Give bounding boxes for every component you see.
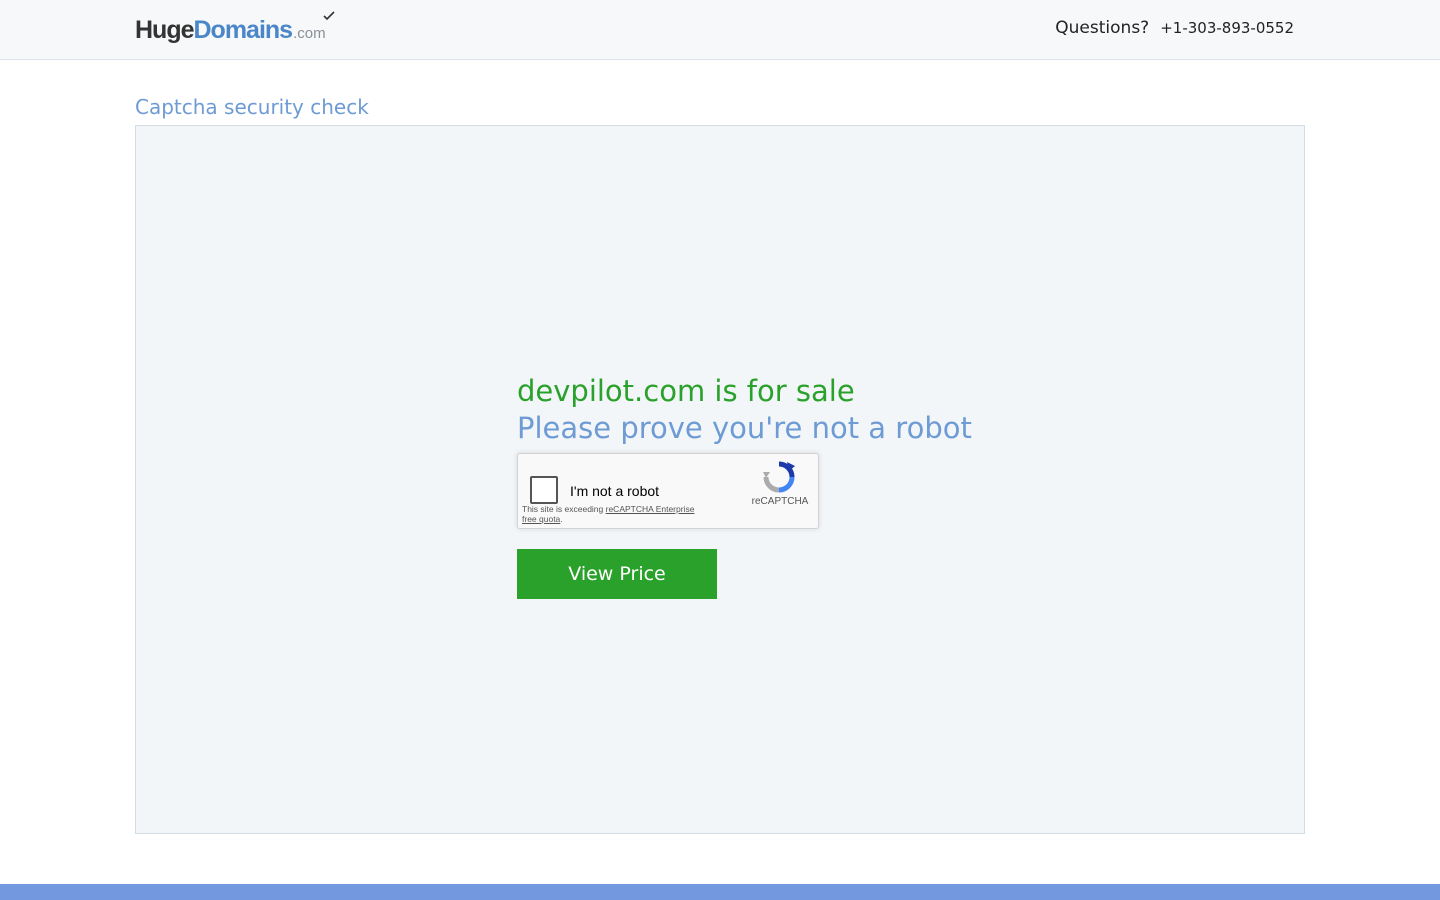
recaptcha-checkbox[interactable] <box>530 476 558 504</box>
section-title: Captcha security check <box>135 95 369 119</box>
quota-prefix: This site is exceeding <box>522 504 606 514</box>
recaptcha-widget: I'm not a robot This site is exceeding r… <box>517 453 819 529</box>
logo-checkmark-icon <box>322 11 335 20</box>
hugedomains-logo[interactable]: Huge Domains .com <box>135 11 335 46</box>
recaptcha-checkbox-label: I'm not a robot <box>570 483 660 499</box>
recaptcha-quota-notice: This site is exceeding reCAPTCHA Enterpr… <box>522 504 702 524</box>
logo-text-huge: Huge <box>135 16 194 44</box>
logo-text-domains: Domains <box>193 11 335 45</box>
recaptcha-logo-icon <box>763 461 795 493</box>
logo-text-domains-label: Domains <box>193 16 294 44</box>
view-price-button[interactable]: View Price <box>517 549 717 599</box>
prove-heading: Please prove you're not a robot <box>517 411 972 445</box>
questions-label: Questions? <box>1055 18 1150 38</box>
phone-number[interactable]: +1-303-893-0552 <box>1160 19 1294 37</box>
quota-suffix: . <box>560 514 563 524</box>
sale-heading: devpilot.com is for sale <box>517 374 855 408</box>
footer-bar <box>0 884 1440 900</box>
recaptcha-brand: reCAPTCHA <box>751 496 809 507</box>
logo-text-com: .com <box>293 25 326 42</box>
top-header-bar: Huge Domains .com Questions? +1-303-893-05… <box>0 0 1440 60</box>
contact-info: Questions? +1-303-893-0552 <box>1055 18 1294 38</box>
